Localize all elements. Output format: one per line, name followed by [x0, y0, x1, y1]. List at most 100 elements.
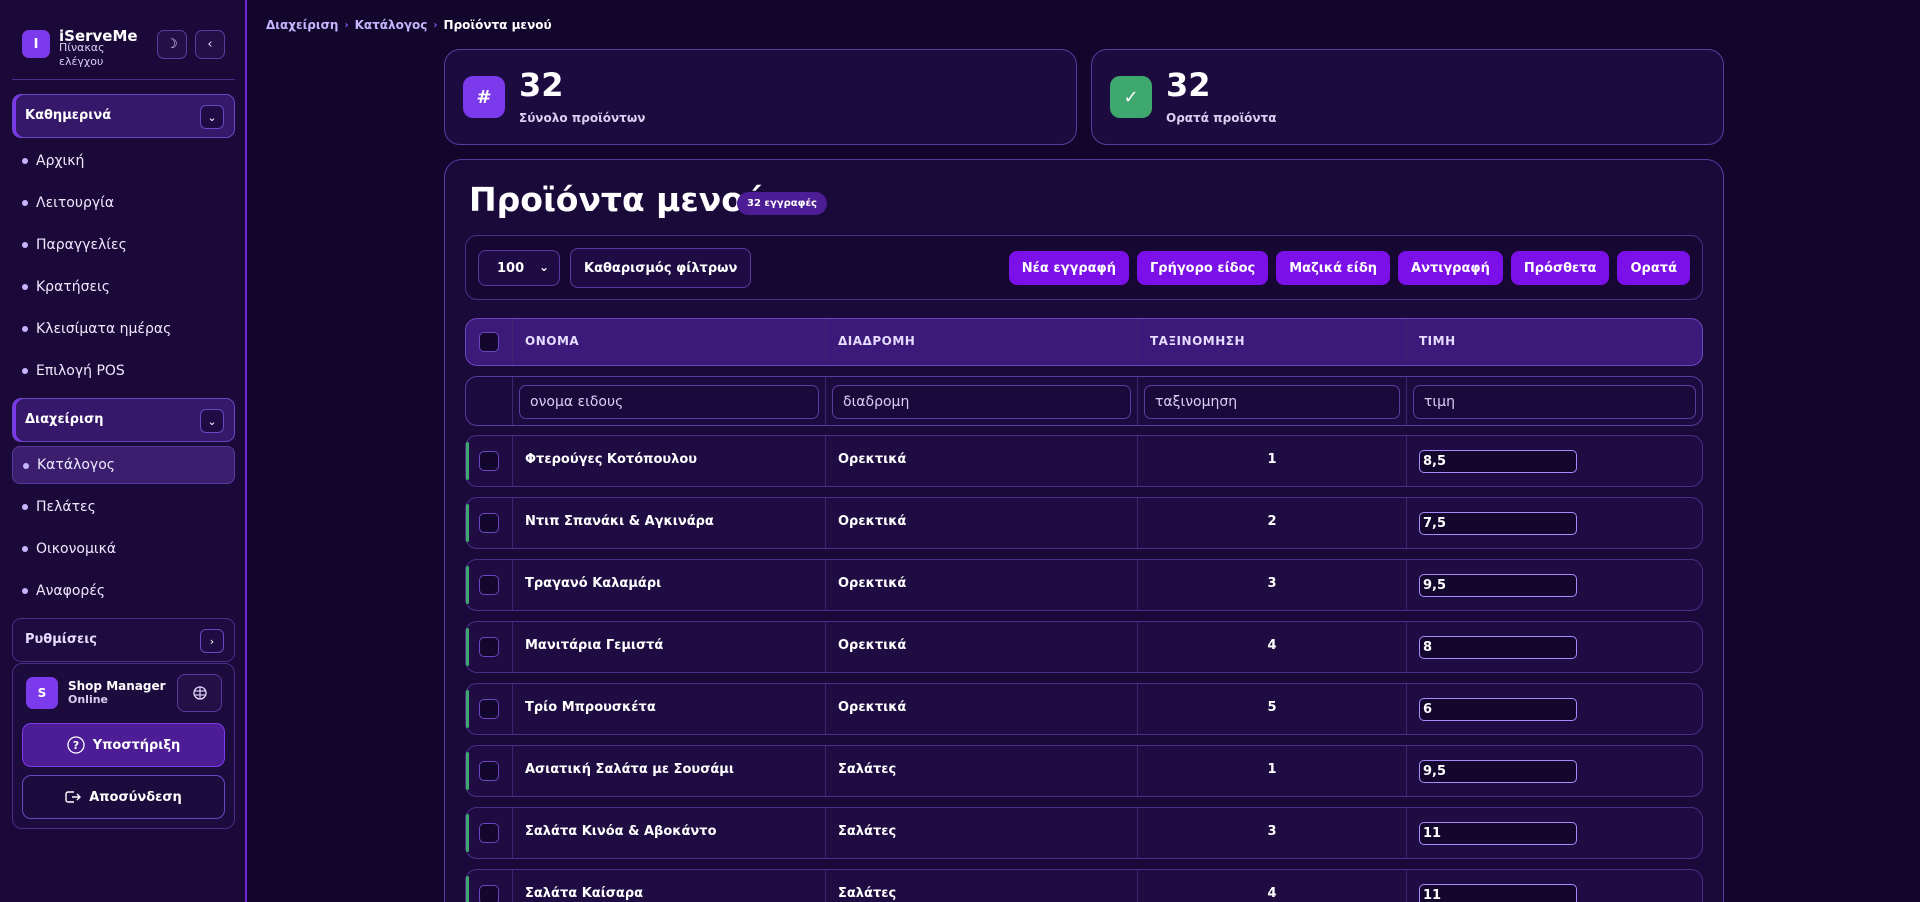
svg-text:?: ? — [72, 739, 78, 752]
table-row[interactable]: Τρίο Μπρουσκέτα Ορεκτικά 5 — [465, 683, 1703, 735]
bullet-icon — [22, 158, 28, 164]
column-price[interactable]: ΤΙΜΗ — [1406, 319, 1702, 365]
sidebar-item-reservations[interactable]: Κρατήσεις — [12, 268, 235, 306]
support-button[interactable]: ? Υποστήριξη — [22, 723, 225, 767]
table-row[interactable]: Σαλάτα Κινόα & Αβοκάντο Σαλάτες 3 — [465, 807, 1703, 859]
table-row[interactable]: Φτερούγες Κοτόπουλου Ορεκτικά 1 — [465, 435, 1703, 487]
logout-button[interactable]: Αποσύνδεση — [22, 775, 225, 819]
column-price-label: ΤΙΜΗ — [1419, 334, 1456, 348]
sidebar-item-label: Αρχική — [36, 153, 85, 169]
breadcrumb-catalog[interactable]: Κατάλογος — [355, 18, 428, 32]
chevron-down-icon[interactable]: ⌄ — [200, 409, 224, 433]
breadcrumb: Διαχείριση › Κατάλογος › Προϊόντα μενού — [266, 18, 552, 32]
row-checkbox[interactable] — [479, 699, 499, 719]
sidebar-item-home[interactable]: Αρχική — [12, 142, 235, 180]
visible-button[interactable]: Ορατά — [1617, 251, 1690, 285]
sidebar-item-day-closings[interactable]: Κλεισίματα ημέρας — [12, 310, 235, 348]
price-input[interactable] — [1419, 636, 1577, 659]
column-name[interactable]: ΟΝΟΜΑ — [512, 319, 825, 365]
bullet-icon — [22, 200, 28, 206]
select-all-checkbox[interactable] — [479, 332, 499, 352]
cell-price — [1406, 870, 1702, 902]
row-checkbox[interactable] — [479, 823, 499, 843]
quick-item-button[interactable]: Γρήγορο είδος — [1136, 251, 1269, 285]
sidebar-item-label: Πελάτες — [36, 499, 96, 515]
product-name: Φτερούγες Κοτόπουλου — [525, 452, 698, 467]
column-route[interactable]: ΔΙΑΔΡΟΜΗ — [825, 319, 1137, 365]
table-row[interactable]: Ντιπ Σπανάκι & Αγκινάρα Ορεκτικά 2 — [465, 497, 1703, 549]
section-admin[interactable]: Διαχείριση ⌄ — [12, 398, 235, 442]
table-row[interactable]: Τραγανό Καλαμάρι Ορεκτικά 3 — [465, 559, 1703, 611]
filter-name-input[interactable] — [519, 385, 819, 419]
cell-price — [1406, 498, 1702, 548]
chevron-down-icon[interactable]: ⌄ — [200, 105, 224, 129]
chevron-right-icon[interactable]: › — [200, 629, 224, 653]
product-route: Ορεκτικά — [838, 638, 907, 653]
sidebar-item-reports[interactable]: Αναφορές — [12, 572, 235, 610]
breadcrumb-admin[interactable]: Διαχείριση — [266, 18, 338, 32]
collapse-sidebar-button[interactable]: ‹ — [195, 30, 225, 59]
row-checkbox[interactable] — [479, 761, 499, 781]
table-row[interactable]: Ασιατική Σαλάτα με Σουσάμι Σαλάτες 1 — [465, 745, 1703, 797]
price-input[interactable] — [1419, 760, 1577, 783]
cell-sort: 1 — [1137, 436, 1406, 486]
sidebar-item-catalog[interactable]: Κατάλογος — [12, 446, 235, 484]
logout-label: Αποσύνδεση — [89, 789, 182, 805]
brand: I iServeMe Πίνακας ελέγχου ☽ ‹ — [22, 27, 227, 68]
cell-price — [1406, 622, 1702, 672]
column-name-label: ΟΝΟΜΑ — [525, 334, 580, 348]
check-icon: ✓ — [1110, 76, 1152, 118]
filter-price-input[interactable] — [1413, 385, 1696, 419]
page-size-select[interactable]: 100 ⌄ — [478, 250, 560, 286]
sidebar-item-customers[interactable]: Πελάτες — [12, 488, 235, 526]
stat-visible-value: 32 — [1166, 66, 1211, 104]
filter-name-cell — [512, 377, 825, 425]
cell-sort: 2 — [1137, 498, 1406, 548]
table-row[interactable]: Σαλάτα Καίσαρα Σαλάτες 4 — [465, 869, 1703, 902]
product-sort: 4 — [1267, 638, 1277, 653]
new-record-button[interactable]: Νέα εγγραφή — [1008, 251, 1129, 285]
product-sort: 1 — [1267, 452, 1277, 467]
bullet-icon — [22, 368, 28, 374]
price-input[interactable] — [1419, 822, 1577, 845]
product-route: Ορεκτικά — [838, 514, 907, 529]
row-checkbox[interactable] — [479, 513, 499, 533]
cell-sort: 5 — [1137, 684, 1406, 734]
theme-toggle-button[interactable]: ☽ — [157, 30, 187, 59]
sidebar-item-pos-select[interactable]: Επιλογή POS — [12, 352, 235, 390]
price-input[interactable] — [1419, 574, 1577, 597]
sidebar-item-orders[interactable]: Παραγγελίες — [12, 226, 235, 264]
filter-sort-input[interactable] — [1144, 385, 1400, 419]
product-route: Ορεκτικά — [838, 576, 907, 591]
row-checkbox[interactable] — [479, 885, 499, 902]
sidebar-item-operation[interactable]: Λειτουργία — [12, 184, 235, 222]
section-settings[interactable]: Ρυθμίσεις › — [12, 618, 235, 662]
clear-filters-button[interactable]: Καθαρισμός φίλτρων — [570, 248, 752, 288]
product-sort: 1 — [1267, 762, 1277, 777]
price-input[interactable] — [1419, 698, 1577, 721]
sidebar-item-label: Λειτουργία — [36, 195, 115, 211]
price-input[interactable] — [1419, 884, 1577, 902]
sidebar-divider — [12, 79, 235, 80]
section-daily[interactable]: Καθημερινά ⌄ — [12, 94, 235, 138]
product-sort: 4 — [1267, 886, 1277, 901]
cell-route: Ορεκτικά — [825, 684, 1137, 734]
language-button[interactable] — [177, 674, 222, 712]
product-route: Σαλάτες — [838, 824, 897, 839]
table-row[interactable]: Μανιτάρια Γεμιστά Ορεκτικά 4 — [465, 621, 1703, 673]
row-checkbox[interactable] — [479, 575, 499, 595]
column-sort[interactable]: ΤΑΞΙΝΟΜΗΣΗ — [1137, 319, 1406, 365]
sidebar-item-finance[interactable]: Οικονομικά — [12, 530, 235, 568]
bullet-icon — [22, 326, 28, 332]
bulk-items-button[interactable]: Μαζικά είδη — [1276, 251, 1391, 285]
product-route: Ορεκτικά — [838, 452, 907, 467]
filter-route-input[interactable] — [832, 385, 1131, 419]
toolbar: 100 ⌄ Καθαρισμός φίλτρων Νέα εγγραφή Γρή… — [465, 235, 1703, 300]
copy-button[interactable]: Αντιγραφή — [1398, 251, 1503, 285]
addons-button[interactable]: Πρόσθετα — [1510, 251, 1610, 285]
price-input[interactable] — [1419, 450, 1577, 473]
row-checkbox[interactable] — [479, 637, 499, 657]
chevron-right-icon: › — [433, 19, 438, 31]
price-input[interactable] — [1419, 512, 1577, 535]
row-checkbox[interactable] — [479, 451, 499, 471]
